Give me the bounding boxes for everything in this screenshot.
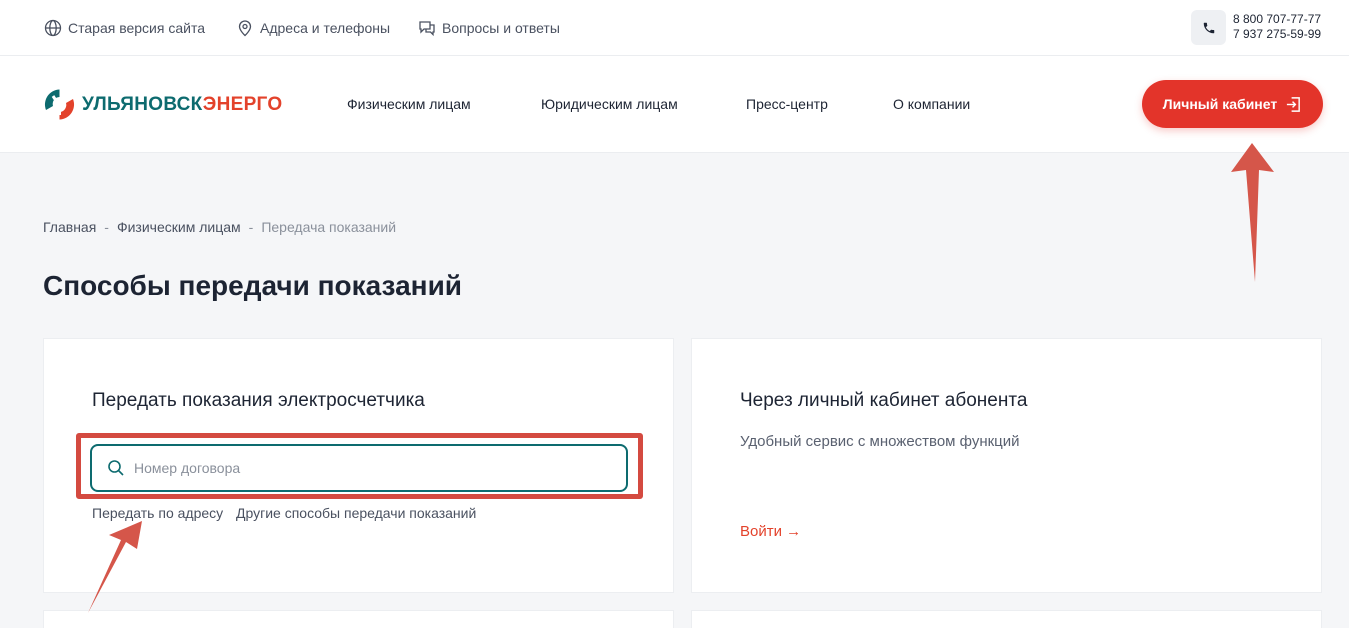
- personal-cabinet-card: [691, 338, 1322, 593]
- faq-link[interactable]: Вопросы и ответы: [418, 19, 560, 37]
- nav-about[interactable]: О компании: [893, 96, 970, 112]
- addresses-link[interactable]: Адреса и телефоны: [236, 19, 390, 37]
- annotation-arrow-up-icon: [1231, 143, 1274, 282]
- breadcrumb: Главная - Физическим лицам - Передача по…: [43, 219, 396, 235]
- old-site-link[interactable]: Старая версия сайта: [44, 19, 205, 37]
- map-pin-icon: [238, 20, 252, 37]
- next-card-right: [691, 610, 1322, 628]
- phone-icon: [1203, 22, 1214, 33]
- breadcrumb-separator: -: [248, 219, 254, 235]
- logo-text: УЛЬЯНОВСКЭНЕРГО: [82, 93, 283, 115]
- cabinet-card-title: Через личный кабинет абонента: [740, 390, 1028, 411]
- cabinet-card-description: Удобный сервис с множеством функций: [740, 433, 1020, 450]
- other-methods-link[interactable]: Другие способы передачи показаний: [236, 505, 476, 521]
- breadcrumb-section[interactable]: Физическим лицам: [117, 219, 241, 235]
- annotation-highlight-box: [76, 433, 643, 499]
- top-bar: Старая версия сайта Адреса и телефоны Во…: [0, 0, 1349, 56]
- phone-numbers: 8 800 707-77-77 7 937 275-59-99: [1233, 12, 1321, 42]
- breadcrumb-separator: -: [104, 219, 109, 235]
- breadcrumb-home[interactable]: Главная: [43, 219, 96, 235]
- nav-press-center[interactable]: Пресс-центр: [746, 96, 828, 112]
- nav-legal-entities[interactable]: Юридическим лицам: [541, 96, 678, 112]
- submit-by-address-link[interactable]: Передать по адресу: [92, 505, 223, 521]
- logo-mark-icon: [44, 89, 75, 120]
- faq-label: Вопросы и ответы: [442, 20, 560, 36]
- globe-icon: [44, 19, 62, 37]
- phone-number-1[interactable]: 8 800 707-77-77: [1233, 12, 1321, 27]
- personal-cabinet-button[interactable]: Личный кабинет: [1142, 80, 1323, 128]
- page-title: Способы передачи показаний: [43, 270, 462, 301]
- phone-number-2[interactable]: 7 937 275-59-99: [1233, 27, 1321, 42]
- personal-cabinet-label: Личный кабинет: [1162, 96, 1278, 112]
- logo[interactable]: УЛЬЯНОВСКЭНЕРГО: [43, 88, 282, 121]
- phone-button[interactable]: [1191, 10, 1226, 45]
- meter-card-title: Передать показания электросчетчика: [92, 390, 425, 411]
- login-icon: [1287, 96, 1301, 112]
- main-header: УЛЬЯНОВСКЭНЕРГО Физическим лицам Юридиче…: [0, 56, 1349, 153]
- addresses-label: Адреса и телефоны: [260, 20, 391, 36]
- login-link[interactable]: Войти →: [740, 523, 801, 540]
- breadcrumb-current: Передача показаний: [261, 219, 397, 235]
- old-site-label: Старая версия сайта: [68, 20, 205, 36]
- next-card-left: [43, 610, 674, 628]
- chat-icon: [419, 21, 435, 37]
- nav-individuals[interactable]: Физическим лицам: [347, 96, 471, 112]
